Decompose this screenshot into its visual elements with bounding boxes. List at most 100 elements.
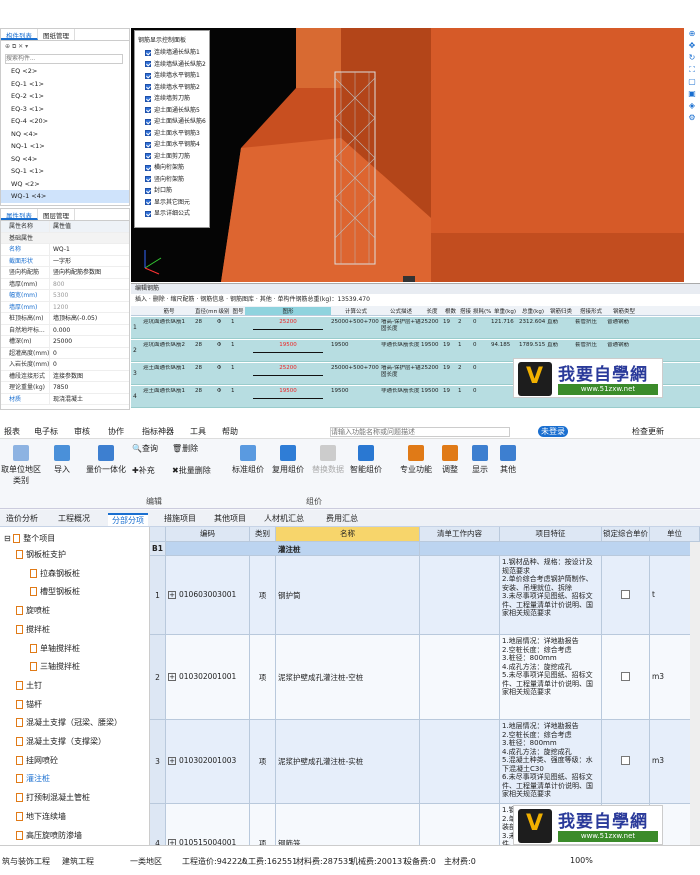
batch-delete-button[interactable]: ✖批量删除 [172, 465, 211, 476]
property-value[interactable]: 竖向构配筋参数图 [49, 267, 129, 278]
tab-drawing-management[interactable]: 图纸管理 [38, 29, 75, 40]
rebar-cell[interactable]: 非通长纵筋长度 [381, 342, 421, 360]
display-button[interactable]: 显示 [472, 445, 488, 475]
rebar-cell[interactable]: 19500 [245, 388, 331, 406]
rebar-cell[interactable]: 19 [443, 342, 458, 360]
tab-fee-summary[interactable]: 费用汇总 [326, 513, 358, 524]
rebar-cell[interactable]: 1 [231, 388, 245, 406]
lock-price-checkbox[interactable] [621, 589, 630, 599]
3d-viewport[interactable] [131, 28, 684, 282]
property-value[interactable]: 800 [49, 278, 129, 289]
rebar-cell[interactable]: 28 [195, 319, 217, 337]
checkbox-checked-icon[interactable] [145, 187, 151, 194]
property-value[interactable]: 0 [49, 347, 129, 358]
rebar-cell[interactable]: 25200 [421, 319, 443, 337]
tab-other-items[interactable]: 其他项目 [214, 513, 246, 524]
rebar-cell[interactable]: 1 [231, 319, 245, 337]
component-item[interactable]: EQ-1 <1> [1, 78, 129, 91]
rebar-cell[interactable]: 19 [443, 319, 458, 337]
row-feature[interactable]: 1.钢材品种、规格：按设计及规范要求 2.单价综合考虑钢护筒制作、安装、吊埋就位… [500, 556, 602, 635]
property-value[interactable]: 连接参数图 [49, 370, 129, 381]
row-work-content[interactable] [420, 635, 500, 720]
control-option[interactable]: 迎土面剪刀筋 [145, 151, 209, 163]
rebar-info-button[interactable]: 钢筋信息 [200, 296, 224, 303]
b1-row[interactable] [166, 542, 700, 556]
new-icon[interactable]: ⊕ [5, 43, 10, 50]
checkbox-checked-icon[interactable] [145, 95, 151, 102]
control-option[interactable]: 连续墙水平钢筋2 [145, 82, 209, 94]
tree-item[interactable]: 槽型钢板桩 [30, 586, 80, 597]
checkbox-checked-icon[interactable] [145, 61, 151, 67]
checkbox-checked-icon[interactable] [145, 153, 151, 159]
rebar-cell[interactable]: 121.716 [491, 319, 519, 337]
control-option[interactable]: 显示其它图元 [145, 197, 209, 209]
tab-component-list[interactable]: 构件列表 [1, 29, 38, 40]
row-work-content[interactable] [420, 804, 500, 845]
rebar-cell[interactable]: 2 [458, 365, 473, 383]
property-row[interactable]: 名称 WQ-1 [1, 244, 129, 256]
row-lock-cell[interactable] [602, 556, 650, 635]
menu-index[interactable]: 指标神器 [142, 426, 174, 437]
menu-help[interactable]: 帮助 [222, 426, 238, 437]
grid-header-cell[interactable]: 编码 [166, 527, 250, 542]
tab-property-list[interactable]: 属性列表 [1, 209, 38, 220]
checkbox-checked-icon[interactable] [145, 130, 151, 136]
component-item[interactable]: SQ <4> [1, 153, 129, 166]
rebar-cell[interactable]: 25200 [245, 365, 331, 383]
rebar-cell[interactable]: 套管挤压 [575, 319, 607, 337]
row-feature[interactable]: 1.地层情况：详地勘报告 2.空桩长度：综合考虑 3.桩径：800mm 4.成孔… [500, 635, 602, 720]
property-value[interactable]: 墙顶标高(-0.05) [49, 313, 129, 324]
iso-view-icon[interactable]: ◈ [684, 100, 700, 112]
rotate-icon[interactable]: ↻ [684, 52, 700, 64]
rebar-cell[interactable]: 25200 [421, 365, 443, 383]
menu-e-bid[interactable]: 电子标 [34, 426, 58, 437]
row-feature[interactable]: 1.地层情况：详地勘报告 2.空桩长度：综合考虑 3.桩径：800mm 4.成孔… [500, 720, 602, 804]
tree-item[interactable]: 旋喷桩 [16, 605, 50, 616]
row-name[interactable]: 钢筋笼 [276, 804, 420, 845]
control-option[interactable]: 连续墙水平钢筋1 [145, 70, 209, 82]
rebar-cell[interactable]: 19 [443, 388, 458, 406]
rebar-cell[interactable]: 非通长纵筋长度 [381, 388, 421, 406]
menu-report[interactable]: 报表 [4, 426, 20, 437]
control-option[interactable]: 连续墙剪刀筋 [145, 93, 209, 105]
rebar-cell[interactable]: 墙高-保护层+锚固长度 [381, 365, 421, 383]
rebar-cell[interactable]: 19500 [421, 342, 443, 360]
rebar-cell[interactable]: Φ [217, 365, 231, 383]
property-row[interactable]: 理论重量(kg) 7850 [1, 382, 129, 394]
area-category-button[interactable]: 取单位地区类别 [0, 445, 42, 486]
tree-item[interactable]: 锚杆 [16, 699, 42, 710]
tab-cost-analysis[interactable]: 造价分析 [6, 513, 38, 524]
grid-header-cell[interactable]: 类别 [250, 527, 276, 542]
rebar-cell[interactable]: 19500 [331, 388, 381, 406]
property-value[interactable]: 0 [49, 359, 129, 370]
rebar-cell[interactable]: 19 [443, 365, 458, 383]
settings-icon[interactable]: ⚙ [684, 112, 700, 124]
rebar-library-button[interactable]: 钢筋图库 [230, 296, 254, 303]
checkbox-checked-icon[interactable] [145, 118, 151, 125]
grid-scrollbar[interactable] [690, 542, 700, 845]
zoom-icon[interactable]: ⊕ [684, 28, 700, 40]
tree-item[interactable]: 地下连续墙 [16, 811, 66, 822]
rebar-cell[interactable]: 28 [195, 365, 217, 383]
tree-item[interactable]: 灌注桩 [16, 773, 50, 784]
property-value[interactable]: 0.000 [49, 324, 129, 335]
component-item[interactable]: WQ-1 <4> [1, 190, 129, 203]
rebar-cell[interactable]: 19500 [331, 342, 381, 360]
rebar-cell[interactable]: 普通钢筋 [607, 319, 641, 337]
property-row[interactable]: 墙厚(mm) 800 [1, 278, 129, 290]
checkbox-checked-icon[interactable] [145, 199, 151, 205]
delete-icon[interactable]: ✕ [18, 43, 23, 50]
control-option[interactable]: 横向桁架筋 [145, 162, 209, 174]
pan-icon[interactable]: ✥ [684, 40, 700, 52]
property-value[interactable]: 25000 [49, 336, 129, 347]
tree-item[interactable]: 三轴搅拌桩 [30, 661, 80, 672]
query-button[interactable]: 🔍查询 [132, 443, 158, 454]
tab-labor-material[interactable]: 人材机汇总 [264, 513, 304, 524]
component-item[interactable]: WQ <2> [1, 178, 129, 191]
adjust-button[interactable]: 调整 [442, 445, 458, 475]
rebar-cell[interactable]: 1 [231, 365, 245, 383]
tree-item[interactable]: 单轴搅拌桩 [30, 643, 80, 654]
checkbox-checked-icon[interactable] [145, 107, 151, 113]
expand-icon[interactable]: + [168, 590, 176, 599]
property-row[interactable]: 墙厚(mm) 1200 [1, 301, 129, 313]
